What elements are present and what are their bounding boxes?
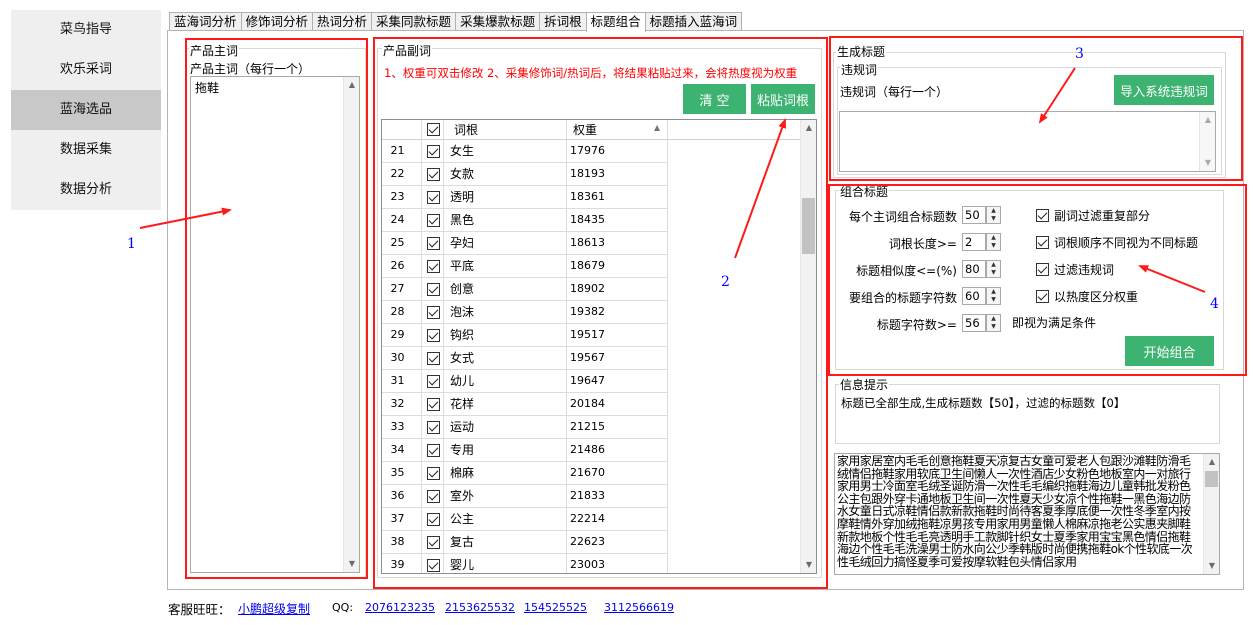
info-message: 标题已全部生成,生成标题数【50】，过滤的标题数【0】 xyxy=(841,396,1126,410)
annotation-label-3: 3 xyxy=(1075,46,1084,62)
highlight-box-2 xyxy=(373,37,828,589)
side-nav: 菜鸟指导 欢乐采词 蓝海选品 数据采集 数据分析 xyxy=(11,10,161,210)
qq-link-1[interactable]: 2076123235 xyxy=(365,601,435,614)
annotation-label-1: 1 xyxy=(127,236,136,252)
info-group xyxy=(835,384,1220,444)
qq-label: QQ: xyxy=(332,601,354,614)
qq-link-4[interactable]: 3112566619 xyxy=(604,601,674,614)
info-group-title: 信息提示 xyxy=(839,376,890,393)
annotation-label-2: 2 xyxy=(721,274,730,290)
nav-item-collect-words[interactable]: 欢乐采词 xyxy=(11,50,161,90)
qq-link-2[interactable]: 2153625532 xyxy=(445,601,515,614)
tab-strip: 蓝海词分析 修饰词分析 热词分析 采集同款标题 采集爆款标题 拆词根 标题组合 … xyxy=(169,12,743,32)
highlight-box-4 xyxy=(828,184,1247,376)
output-scrollbar[interactable]: ▲ ▼ xyxy=(1203,454,1219,574)
annotation-label-4: 4 xyxy=(1210,296,1219,312)
nav-item-blue-ocean[interactable]: 蓝海选品 xyxy=(11,90,161,130)
highlight-box-1 xyxy=(185,38,368,579)
tab-blue-ocean-analysis[interactable]: 蓝海词分析 xyxy=(169,12,242,31)
scroll-down-icon[interactable]: ▼ xyxy=(1204,558,1220,574)
nav-item-data-collect[interactable]: 数据采集 xyxy=(11,130,161,170)
nav-item-data-analysis[interactable]: 数据分析 xyxy=(11,170,161,210)
tab-insert-blue-ocean[interactable]: 标题插入蓝海词 xyxy=(644,12,743,31)
tab-split-roots[interactable]: 拆词根 xyxy=(539,12,587,31)
tab-modifier-analysis[interactable]: 修饰词分析 xyxy=(240,12,314,31)
highlight-box-3 xyxy=(829,36,1243,181)
tab-hot-word-analysis[interactable]: 热词分析 xyxy=(312,12,373,31)
service-label: 客服旺旺： xyxy=(168,602,231,617)
output-titles-box[interactable]: 家用家居室内毛毛创意拖鞋夏天凉复古女童可爱老人包跟沙滩鞋防滑毛绒情侣拖鞋家用软底… xyxy=(834,453,1220,575)
service-link[interactable]: 小鹏超级复制 xyxy=(238,600,310,617)
nav-item-guide[interactable]: 菜鸟指导 xyxy=(11,10,161,50)
qq-link-3[interactable]: 154525525 xyxy=(524,601,587,614)
scroll-thumb[interactable] xyxy=(1205,471,1218,487)
scroll-up-icon[interactable]: ▲ xyxy=(1204,454,1220,470)
tab-collect-hot-titles[interactable]: 采集爆款标题 xyxy=(455,12,541,31)
output-titles-text: 家用家居室内毛毛创意拖鞋夏天凉复古女童可爱老人包跟沙滩鞋防滑毛绒情侣拖鞋家用软底… xyxy=(837,455,1193,569)
tab-collect-same-titles[interactable]: 采集同款标题 xyxy=(371,12,457,31)
tab-title-combine[interactable]: 标题组合 xyxy=(585,12,646,32)
